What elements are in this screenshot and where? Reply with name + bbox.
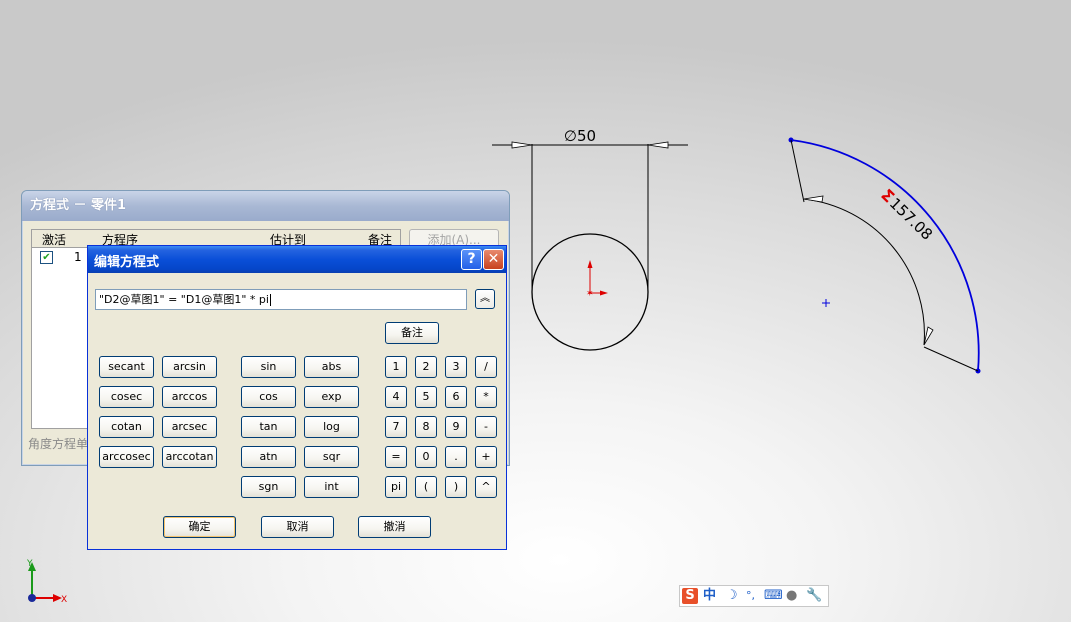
- diameter-dimension[interactable]: ∅50: [564, 127, 596, 145]
- punctuation-icon[interactable]: °,: [746, 586, 755, 606]
- key-divide[interactable]: /: [475, 356, 497, 378]
- exp-button[interactable]: exp: [304, 386, 359, 408]
- key-pi[interactable]: pi: [385, 476, 407, 498]
- key-1[interactable]: 1: [385, 356, 407, 378]
- angle-unit-label: 角度方程单: [28, 437, 89, 451]
- row-index: 1: [74, 250, 82, 264]
- arccotan-button[interactable]: arccotan: [162, 446, 217, 468]
- key-6[interactable]: 6: [445, 386, 467, 408]
- key-0[interactable]: 0: [415, 446, 437, 468]
- keyboard-icon[interactable]: ⌨: [764, 586, 783, 606]
- ime-toolbar[interactable]: S 中 ☽ °, ⌨ ● 🔧: [679, 585, 829, 607]
- axis-triad: [28, 562, 62, 602]
- key-7[interactable]: 7: [385, 416, 407, 438]
- arc-length-value: 157.08: [886, 194, 936, 243]
- key-5[interactable]: 5: [415, 386, 437, 408]
- cancel-button[interactable]: 取消: [261, 516, 334, 538]
- log-button[interactable]: log: [304, 416, 359, 438]
- key-4[interactable]: 4: [385, 386, 407, 408]
- ime-mode-toggle[interactable]: 中: [703, 586, 716, 606]
- axis-x-label: X: [61, 595, 67, 605]
- arccos-button[interactable]: arccos: [162, 386, 217, 408]
- chevron-up-double-icon[interactable]: ︽: [475, 289, 495, 309]
- key-open-paren[interactable]: (: [415, 476, 437, 498]
- arccosec-button[interactable]: arccosec: [99, 446, 154, 468]
- circle-sketch[interactable]: ✶: [492, 141, 688, 351]
- key-power[interactable]: ^: [475, 476, 497, 498]
- active-checkbox[interactable]: ✔: [40, 251, 53, 264]
- secant-button[interactable]: secant: [99, 356, 154, 378]
- sgn-button[interactable]: sgn: [241, 476, 296, 498]
- undo-button[interactable]: 撤消: [358, 516, 431, 538]
- key-multiply[interactable]: *: [475, 386, 497, 408]
- abs-button[interactable]: abs: [304, 356, 359, 378]
- axis-y-label: Y: [26, 559, 33, 569]
- svg-text:✶: ✶: [586, 289, 594, 299]
- key-plus[interactable]: +: [475, 446, 497, 468]
- tan-button[interactable]: tan: [241, 416, 296, 438]
- equations-dialog-title[interactable]: 方程式 － 零件1: [22, 191, 509, 221]
- arc-sketch[interactable]: [788, 137, 981, 374]
- sogou-logo-icon[interactable]: S: [682, 588, 698, 604]
- arcsin-button[interactable]: arcsin: [162, 356, 217, 378]
- note-button[interactable]: 备注: [385, 322, 439, 344]
- text-caret: [269, 294, 271, 306]
- expression-text: "D2@草图1" = "D1@草图1" * pi: [99, 293, 269, 306]
- moon-icon[interactable]: ☽: [726, 586, 738, 606]
- sin-button[interactable]: sin: [241, 356, 296, 378]
- ok-button[interactable]: 确定: [163, 516, 236, 538]
- edit-equation-dialog: 编辑方程式 ? ✕ "D2@草图1" = "D1@草图1" * pi ︽ 备注 …: [87, 245, 507, 550]
- int-button[interactable]: int: [304, 476, 359, 498]
- dialog-title: 编辑方程式: [94, 255, 160, 270]
- key-3[interactable]: 3: [445, 356, 467, 378]
- column-active[interactable]: 激活: [42, 231, 66, 248]
- atn-button[interactable]: atn: [241, 446, 296, 468]
- key-minus[interactable]: -: [475, 416, 497, 438]
- key-9[interactable]: 9: [445, 416, 467, 438]
- dialog-titlebar[interactable]: 编辑方程式 ? ✕: [88, 246, 506, 273]
- key-8[interactable]: 8: [415, 416, 437, 438]
- sqr-button[interactable]: sqr: [304, 446, 359, 468]
- close-button[interactable]: ✕: [483, 249, 504, 270]
- help-button[interactable]: ?: [461, 249, 482, 270]
- cosec-button[interactable]: cosec: [99, 386, 154, 408]
- cotan-button[interactable]: cotan: [99, 416, 154, 438]
- key-equals[interactable]: =: [385, 446, 407, 468]
- arcsec-button[interactable]: arcsec: [162, 416, 217, 438]
- expression-input[interactable]: "D2@草图1" = "D1@草图1" * pi: [95, 289, 467, 310]
- user-icon[interactable]: ●: [786, 586, 797, 606]
- cos-button[interactable]: cos: [241, 386, 296, 408]
- key-decimal[interactable]: .: [445, 446, 467, 468]
- wrench-icon[interactable]: 🔧: [806, 586, 822, 606]
- key-close-paren[interactable]: ): [445, 476, 467, 498]
- key-2[interactable]: 2: [415, 356, 437, 378]
